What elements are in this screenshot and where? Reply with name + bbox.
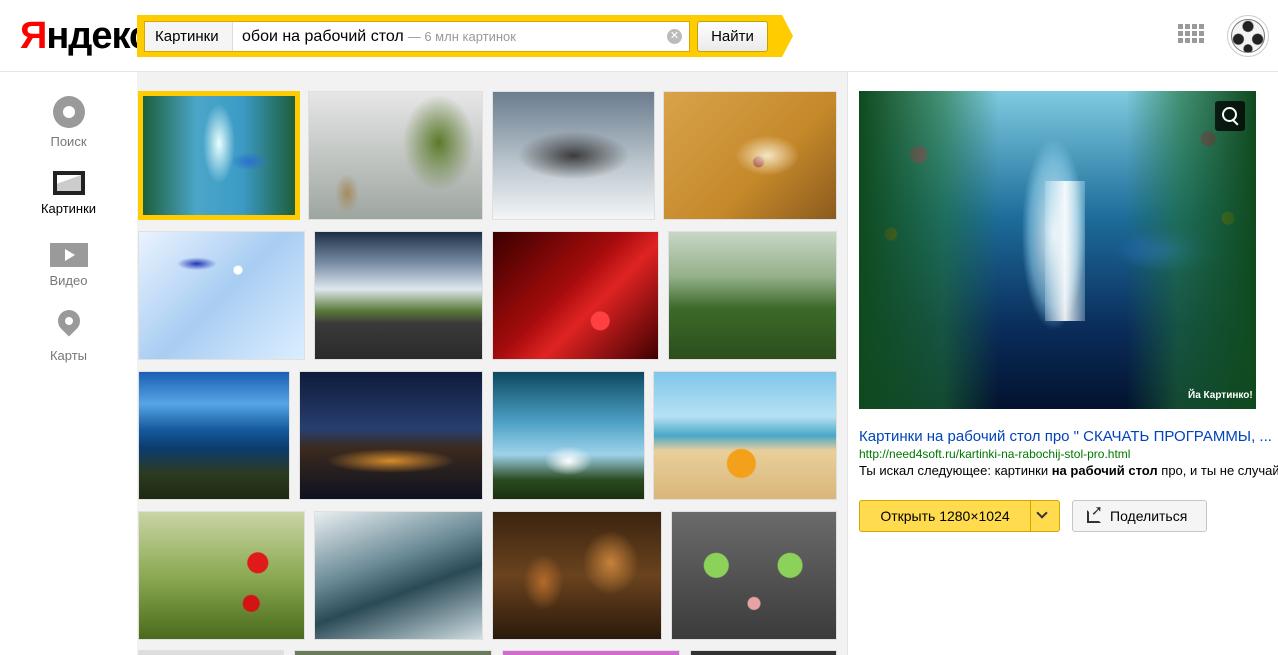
- result-title-link[interactable]: Картинки на рабочий стол про " СКАЧАТЬ П…: [859, 428, 1278, 445]
- search-result-count: — 6 млн картинок: [407, 29, 516, 44]
- share-button-label: Поделиться: [1110, 508, 1188, 524]
- open-image-button[interactable]: Открыть 1280×1024: [859, 500, 1060, 532]
- search-query-text: обои на рабочий стол: [242, 28, 404, 45]
- share-button[interactable]: Поделиться: [1072, 500, 1207, 532]
- thumbnail-night-town[interactable]: [299, 371, 483, 500]
- user-avatar[interactable]: [1227, 15, 1269, 57]
- yandex-logo[interactable]: Яндекс: [20, 14, 150, 58]
- thumbnail-cream-flower[interactable]: [663, 91, 837, 220]
- thumbnail-row5-3[interactable]: [502, 650, 680, 655]
- apps-grid-icon[interactable]: [1178, 24, 1204, 46]
- video-icon: [49, 243, 88, 267]
- search-icon: [52, 96, 85, 128]
- nav-item-maps[interactable]: Карты: [0, 310, 137, 363]
- preview-image[interactable]: [859, 91, 1256, 409]
- left-navigation: Поиск Картинки Видео Карты: [0, 72, 137, 655]
- thumbnail-hulk-yoda[interactable]: [308, 91, 483, 220]
- share-icon: [1087, 503, 1103, 523]
- nav-item-video[interactable]: Видео: [0, 243, 137, 288]
- image-watermark: Йа Картинко!: [1188, 390, 1253, 401]
- search-button[interactable]: Найти: [697, 21, 768, 52]
- soccer-ball-icon: [1231, 19, 1265, 53]
- search-bar-arrow: [782, 15, 793, 57]
- thumbnail-cat-face[interactable]: [671, 511, 837, 640]
- thumbnail-waterfall-dolphin[interactable]: [138, 91, 300, 220]
- maps-pin-icon: [58, 310, 80, 342]
- nav-item-images[interactable]: Картинки: [0, 171, 137, 216]
- preview-panel: [849, 72, 1278, 655]
- image-results-grid: [137, 72, 848, 655]
- thumbnail-mushroom[interactable]: [138, 511, 305, 640]
- result-url-link[interactable]: http://need4soft.ru/kartinki-na-rabochij…: [859, 447, 1130, 461]
- preview-foliage-right: [1126, 91, 1256, 409]
- search-box[interactable]: Картинки обои на рабочий стол — 6 млн кар…: [144, 21, 690, 52]
- thumbnail-glass-ribbon[interactable]: [138, 231, 305, 360]
- thumbnail-eiffel-wave[interactable]: [314, 511, 483, 640]
- thumbnail-row5-2[interactable]: [294, 650, 492, 655]
- thumbnail-rocky-coast[interactable]: [138, 371, 290, 500]
- preview-foliage-left: [859, 91, 999, 409]
- thumbnail-row5-4[interactable]: [690, 650, 837, 655]
- thumbnail-snowy-forest[interactable]: [492, 91, 655, 220]
- images-icon: [52, 171, 85, 195]
- preview-waterfall: [1045, 181, 1085, 321]
- nav-item-search[interactable]: Поиск: [0, 96, 137, 149]
- result-snippet: Ты искал следующее: картинки на рабочий …: [859, 463, 1278, 478]
- thumbnail-starfish-beach[interactable]: [653, 371, 837, 500]
- zoom-icon[interactable]: [1215, 101, 1245, 131]
- thumbnail-row5-1[interactable]: [138, 650, 284, 655]
- thumbnail-steampunk-robot[interactable]: [492, 511, 662, 640]
- clear-search-icon[interactable]: ✕: [667, 29, 682, 44]
- search-input[interactable]: обои на рабочий стол — 6 млн картинок: [242, 22, 516, 51]
- thumbnail-sky-sunburst[interactable]: [492, 371, 645, 500]
- open-button-divider: [1030, 501, 1031, 531]
- thumbnail-airplane-runway[interactable]: [314, 231, 483, 360]
- search-service-tab[interactable]: Картинки: [145, 22, 233, 51]
- chevron-down-icon[interactable]: [1036, 507, 1048, 519]
- thumbnail-hill-house[interactable]: [668, 231, 837, 360]
- open-image-label: Открыть 1280×1024: [880, 508, 1010, 524]
- thumbnail-red-drop[interactable]: [492, 231, 659, 360]
